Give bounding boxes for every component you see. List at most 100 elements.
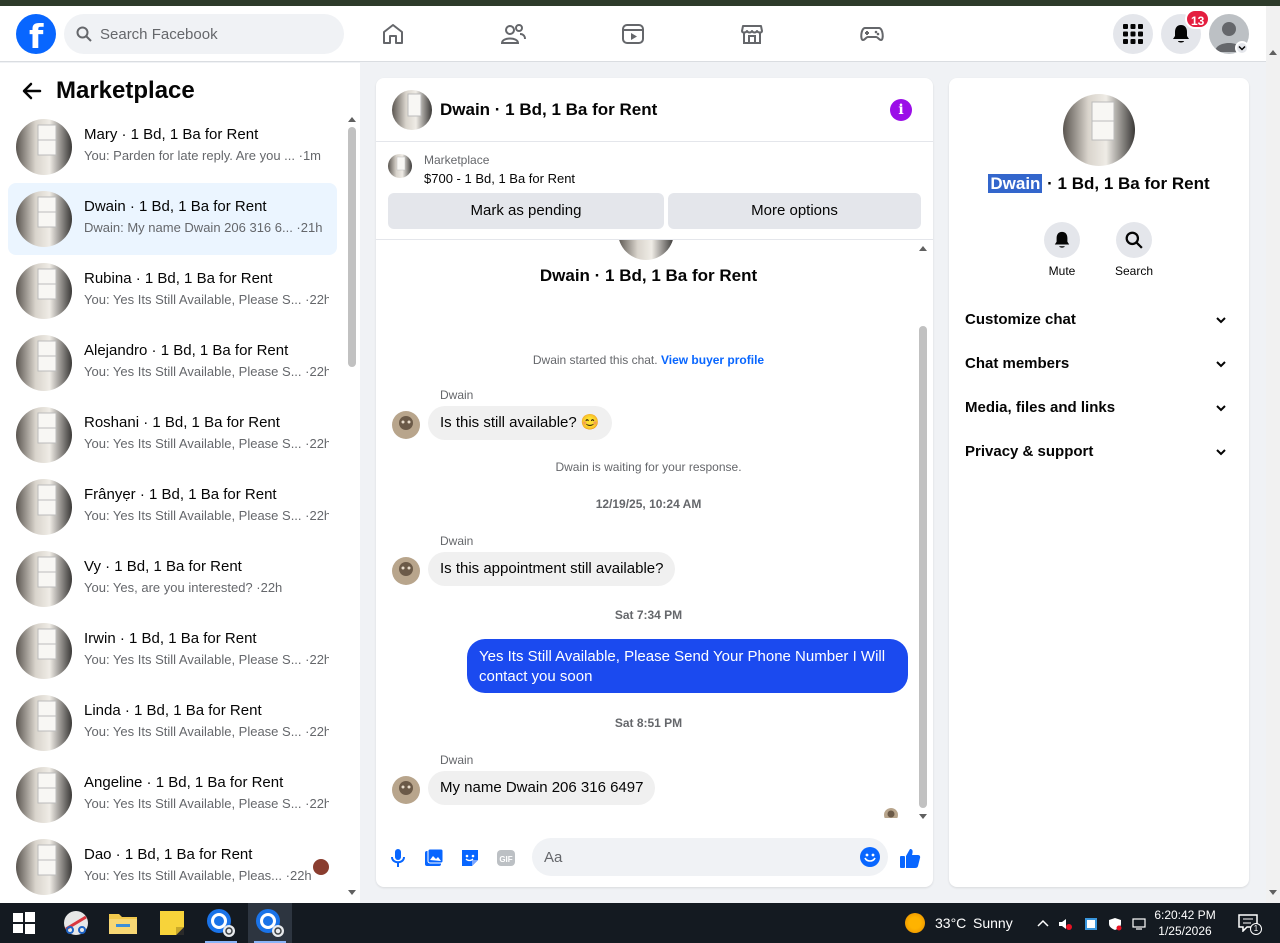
search-input[interactable] [100,14,330,54]
listing-price[interactable]: $700 - 1 Bd, 1 Ba for Rent [424,171,575,186]
listing-thumbnail [16,551,72,607]
microphone-icon[interactable] [386,846,410,870]
file-explorer-icon[interactable] [101,903,145,943]
chat-scroll-down-icon[interactable] [918,813,928,821]
emoji-icon[interactable] [860,847,880,867]
page-scroll-up-icon[interactable] [1268,48,1278,56]
snipping-tool-icon[interactable] [54,903,98,943]
network-icon[interactable] [1132,917,1146,931]
incoming-message[interactable]: My name Dwain 206 316 6497 [428,771,656,805]
search-conversation-button[interactable]: Search [1104,222,1164,278]
conversation-item[interactable]: Roshani · 1 Bd, 1 Ba for Rent You: Yes I… [8,399,337,471]
privacy-support-section[interactable]: Privacy & support [957,430,1241,474]
outgoing-message[interactable]: Yes Its Still Available, Please Send You… [467,639,908,693]
sender-avatar[interactable] [392,776,420,804]
scroll-down-arrow-icon[interactable] [347,889,357,897]
conversation-name: Frânyẹr · 1 Bd, 1 Ba for Rent [84,486,277,503]
gaming-icon[interactable] [852,14,892,54]
conversation-item[interactable]: Mary · 1 Bd, 1 Ba for Rent You: Parden f… [8,111,337,183]
media-files-section[interactable]: Media, files and links [957,386,1241,430]
conversation-item[interactable]: Vy · 1 Bd, 1 Ba for Rent You: Yes, are y… [8,543,337,615]
chat-members-section[interactable]: Chat members [957,342,1241,386]
conversation-preview: You: Yes, are you interested? ·22h [84,580,283,595]
read-receipt-avatar [884,808,898,818]
chevron-up-icon[interactable] [1036,917,1050,931]
listing-avatar-large[interactable] [1063,94,1135,166]
chrome-active-window-icon[interactable] [248,903,292,943]
speaker-muted-icon[interactable] [1058,917,1072,931]
mute-button[interactable]: Mute [1032,222,1092,278]
account-chevron-icon[interactable] [1235,41,1249,55]
chat-scroll-up-icon[interactable] [918,244,928,252]
facebook-logo-glyph: f [29,17,44,56]
mark-pending-button[interactable]: Mark as pending [388,193,664,229]
conversation-item[interactable]: Linda · 1 Bd, 1 Ba for Rent You: Yes Its… [8,687,337,759]
friends-icon[interactable] [493,14,533,54]
customize-chat-section[interactable]: Customize chat [957,298,1241,342]
conversation-preview: You: Yes Its Still Available, Please S..… [84,364,329,379]
incoming-message[interactable]: Is this appointment still available? [428,552,676,586]
weather-description[interactable]: Sunny [973,915,1013,931]
page-scrollbar-track[interactable] [1266,6,1280,903]
top-navigation-bar: f 13 [0,6,1268,62]
sticker-icon[interactable] [458,846,482,870]
info-icon[interactable]: i [890,99,912,121]
conversation-preview: You: Yes Its Still Available, Please S..… [84,724,329,739]
incoming-message[interactable]: Is this still available? 😊 [428,406,612,440]
conversation-item[interactable]: Dao · 1 Bd, 1 Ba for Rent You: Yes Its S… [8,831,337,901]
weather-temperature[interactable]: 33°C [935,915,966,931]
system-clock[interactable]: 6:20:42 PM 1/25/2026 [1150,907,1220,939]
scroll-up-arrow-icon[interactable] [347,115,357,123]
conversation-item-active[interactable]: Dwain · 1 Bd, 1 Ba for Rent Dwain: My na… [8,183,337,255]
details-title: Dwain · 1 Bd, 1 Ba for Rent [949,174,1249,194]
photo-icon[interactable] [422,846,446,870]
conversation-item[interactable]: Frânyẹr · 1 Bd, 1 Ba for Rent You: Yes I… [8,471,337,543]
search-icon [76,26,92,42]
defender-shield-icon[interactable] [1108,917,1122,931]
listing-thumbnail [16,767,72,823]
conversation-name: Roshani · 1 Bd, 1 Ba for Rent [84,414,280,431]
security-icon[interactable] [1084,917,1098,931]
video-icon[interactable] [613,14,653,54]
chat-started-notice: Dwain started this chat. View buyer prof… [376,353,921,367]
search-box[interactable] [64,14,344,54]
sticky-notes-icon[interactable] [150,903,194,943]
marketplace-icon[interactable] [732,14,772,54]
conversation-item[interactable]: Angeline · 1 Bd, 1 Ba for Rent You: Yes … [8,759,337,831]
conversation-name: Rubina · 1 Bd, 1 Ba for Rent [84,270,273,287]
inbox-scrollbar-thumb[interactable] [348,127,356,367]
windows-start-icon[interactable] [2,903,46,943]
listing-thumbnail [16,479,72,535]
home-icon[interactable] [373,14,413,54]
grid-icon [1123,24,1143,44]
conversation-preview: You: Yes Its Still Available, Please S..… [84,292,329,307]
conversation-item[interactable]: Rubina · 1 Bd, 1 Ba for Rent You: Yes It… [8,255,337,327]
message-input[interactable] [544,838,844,876]
chat-title[interactable]: Dwain · 1 Bd, 1 Ba for Rent [440,100,657,120]
conversation-name: Linda · 1 Bd, 1 Ba for Rent [84,702,262,719]
conversation-name: Irwin · 1 Bd, 1 Ba for Rent [84,630,257,647]
sun-weather-icon[interactable] [905,913,925,933]
conversation-item[interactable]: Irwin · 1 Bd, 1 Ba for Rent You: Yes Its… [8,615,337,687]
menu-grid-button[interactable] [1113,14,1153,54]
marketplace-listing-banner: Marketplace $700 - 1 Bd, 1 Ba for Rent M… [376,142,933,240]
back-arrow-icon[interactable] [20,79,44,103]
waiting-notice: Dwain is waiting for your response. [555,460,742,474]
conversation-item[interactable]: Alejandro · 1 Bd, 1 Ba for Rent You: Yes… [8,327,337,399]
chrome-window-icon[interactable] [199,903,243,943]
chat-panel: Dwain · 1 Bd, 1 Ba for Rent i Marketplac… [376,78,933,887]
message-input-container[interactable] [532,838,888,876]
sender-avatar[interactable] [392,557,420,585]
sender-name: Dwain [440,534,474,548]
facebook-logo[interactable]: f [16,14,56,56]
chat-scrollbar-thumb[interactable] [919,326,927,808]
gif-icon[interactable]: GIF [494,846,518,870]
like-icon[interactable] [898,846,922,870]
chat-header: Dwain · 1 Bd, 1 Ba for Rent i [376,78,933,142]
listing-avatar[interactable] [392,90,432,130]
more-options-button[interactable]: More options [668,193,921,229]
sender-avatar[interactable] [392,411,420,439]
page-scroll-down-icon[interactable] [1268,889,1278,897]
sender-name: Dwain [440,388,474,402]
view-buyer-profile-link[interactable]: View buyer profile [661,353,764,367]
